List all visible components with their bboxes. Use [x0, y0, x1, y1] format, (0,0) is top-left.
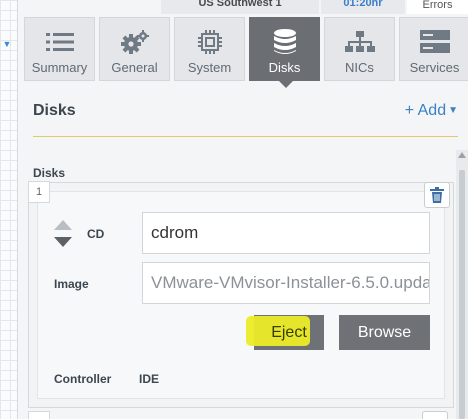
- tab-services[interactable]: Services: [399, 17, 468, 81]
- vm-editor: ▼ US Southwest 1 01:20hr Errors Summary …: [0, 0, 468, 419]
- section-title: Disks: [33, 102, 76, 119]
- next-disk-index-badge: [28, 411, 50, 419]
- tab-summary[interactable]: Summary: [24, 17, 95, 81]
- gears-icon: [100, 30, 169, 54]
- tab-disks[interactable]: Disks: [249, 17, 320, 88]
- add-label: + Add: [404, 102, 447, 119]
- disk-index-badge: 1: [28, 181, 50, 203]
- move-down-icon[interactable]: [54, 237, 72, 247]
- scroll-thumb[interactable]: [459, 170, 465, 419]
- server-icon: [400, 30, 468, 54]
- tab-general[interactable]: General: [99, 17, 170, 81]
- stats-bar: US Southwest 1 01:20hr Errors: [18, 0, 468, 14]
- tab-label: Disks: [268, 60, 301, 75]
- scrollbar[interactable]: [456, 150, 468, 419]
- canvas-edge: ▼: [0, 0, 18, 419]
- controller-label: Controller: [54, 372, 112, 386]
- tab-label: System: [187, 60, 232, 75]
- next-delete-button[interactable]: [422, 411, 448, 419]
- eject-button[interactable]: Eject: [246, 315, 324, 350]
- collapse-chevron-icon[interactable]: ▼: [0, 37, 14, 51]
- image-field[interactable]: VMware-VMvisor-Installer-6.5.0.update: [142, 262, 430, 304]
- add-disk-button[interactable]: + Add ▼: [405, 102, 458, 120]
- cpu-chip-icon: [175, 30, 244, 54]
- move-up-icon[interactable]: [54, 220, 72, 230]
- tab-nics[interactable]: NICs: [324, 17, 395, 81]
- network-icon: [325, 30, 394, 54]
- reorder-handle[interactable]: [54, 220, 74, 250]
- trash-icon: [430, 187, 444, 203]
- caret-down-icon: ▼: [448, 105, 458, 116]
- region-value: US Southwest 1: [161, 0, 319, 14]
- tab-label: Summary: [31, 60, 88, 75]
- disk-type-label: CD: [87, 227, 105, 241]
- disk-type-field[interactable]: cdrom: [142, 212, 430, 254]
- tab-system[interactable]: System: [174, 17, 245, 81]
- controller-value: IDE: [139, 372, 160, 386]
- database-icon: [250, 29, 319, 54]
- tab-label: General: [111, 60, 158, 75]
- tab-label: NICs: [345, 60, 374, 75]
- disk-card-body: CD cdrom Image VMware-VMvisor-Installer-…: [37, 191, 445, 399]
- browse-button[interactable]: Browse: [339, 315, 430, 350]
- scroll-up-icon[interactable]: [458, 152, 466, 158]
- eject-label: Eject: [271, 324, 307, 341]
- duration-value: 01:20hr: [321, 0, 405, 14]
- list-icon: [25, 30, 94, 54]
- delete-disk-button[interactable]: [424, 182, 450, 208]
- disks-list-label: Disks: [33, 166, 66, 180]
- image-label: Image: [54, 277, 89, 291]
- divider: [33, 136, 458, 137]
- errors-label: Errors: [407, 0, 468, 14]
- tab-label: Services: [409, 60, 460, 75]
- disks-section-header: Disks + Add ▼: [33, 96, 458, 138]
- disk-card: CD cdrom Image VMware-VMvisor-Installer-…: [28, 181, 454, 408]
- active-tab-pointer: [278, 80, 294, 88]
